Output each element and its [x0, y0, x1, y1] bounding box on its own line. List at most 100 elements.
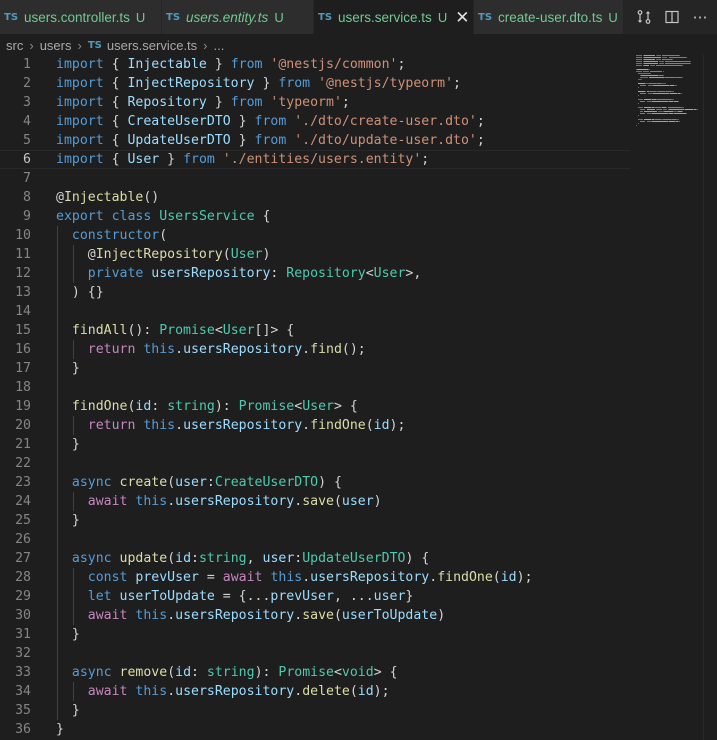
line-number: 21 [15, 437, 31, 452]
tab-users-service-ts[interactable]: TS users.service.ts U ✕ [314, 0, 474, 34]
breadcrumb: src › users › TS users.service.ts › ... [0, 34, 717, 56]
code-text: await this.usersRepository.delete(id); [87, 684, 390, 699]
split-editor-icon[interactable] [661, 6, 683, 28]
code-text: export class UsersService { [56, 209, 271, 224]
code-line[interactable]: 17 } [0, 359, 630, 378]
line-number: 31 [15, 627, 31, 642]
code-text: } [56, 437, 80, 452]
tab-label: create-user.dto.ts [498, 9, 603, 25]
code-line[interactable]: 28 const prevUser = await this.usersRepo… [0, 568, 630, 587]
line-number: 23 [15, 475, 31, 490]
line-number: 24 [15, 494, 31, 509]
breadcrumb-item-more[interactable]: ... [214, 38, 225, 53]
line-number: 12 [15, 266, 31, 281]
line-number: 14 [15, 304, 31, 319]
code-line[interactable]: 27 async update(id:string, user:UpdateUs… [0, 549, 630, 568]
code-line[interactable]: 13 ) {} [0, 283, 630, 302]
code-line[interactable]: 24 await this.usersRepository.save(user) [0, 492, 630, 511]
line-number: 22 [15, 456, 31, 471]
code-line[interactable]: 32 [0, 644, 630, 663]
code-line[interactable]: 6 import { User } from './entities/users.… [0, 150, 630, 169]
code-text: } [56, 627, 80, 642]
line-number: 8 [23, 190, 31, 205]
minimap[interactable] [636, 55, 702, 135]
code-line[interactable]: 21 } [0, 435, 630, 454]
code-line[interactable]: 12 private usersRepository: Repository<U… [0, 264, 630, 283]
git-status-badge: U [274, 9, 284, 25]
code-line[interactable]: 5 import { UpdateUserDTO } from './dto/up… [0, 131, 630, 150]
code-line[interactable]: 26 [0, 530, 630, 549]
code-line[interactable]: 11 @InjectRepository(User) [0, 245, 630, 264]
line-number: 3 [23, 95, 31, 110]
tab-label: users.controller.ts [24, 9, 130, 25]
code-line[interactable]: 1 import { Injectable } from '@nestjs/com… [0, 55, 630, 74]
code-text: import { Injectable } from '@nestjs/comm… [56, 57, 406, 72]
code-line[interactable]: 36} [0, 720, 630, 739]
line-number: 5 [23, 133, 31, 148]
chevron-right-icon: › [77, 37, 82, 53]
code-line[interactable]: 3 import { Repository } from 'typeorm'; [0, 93, 630, 112]
typescript-file-icon: TS [318, 11, 333, 23]
code-text: } [56, 703, 80, 718]
code-line[interactable]: 19 findOne(id: string): Promise<User> { [0, 397, 630, 416]
line-number: 34 [15, 684, 31, 699]
code-text: let userToUpdate = {...prevUser, ...user… [87, 589, 414, 604]
breadcrumb-item-file[interactable]: users.service.ts [107, 38, 197, 53]
code-line[interactable]: 9 export class UsersService { [0, 207, 630, 226]
code-line[interactable]: 33 async remove(id: string): Promise<voi… [0, 663, 630, 682]
code-text: } [56, 361, 80, 376]
code-editor[interactable]: 1 import { Injectable } from '@nestjs/com… [0, 55, 630, 740]
tab-users-controller-ts[interactable]: TS users.controller.ts U [0, 0, 162, 34]
code-line[interactable]: 25 } [0, 511, 630, 530]
code-text: await this.usersRepository.save(userToUp… [87, 608, 446, 623]
code-line[interactable]: 4 import { CreateUserDTO } from './dto/cr… [0, 112, 630, 131]
code-line[interactable]: 29 let userToUpdate = {...prevUser, ...u… [0, 587, 630, 606]
tab-users-entity-ts[interactable]: TS users.entity.ts U [162, 0, 314, 34]
code-line[interactable]: 8 @Injectable() [0, 188, 630, 207]
line-number: 28 [15, 570, 31, 585]
tab-label: users.service.ts [338, 9, 432, 25]
line-number: 18 [15, 380, 31, 395]
code-text: import { User } from './entities/users.e… [56, 152, 430, 167]
code-text: @Injectable() [56, 190, 160, 205]
code-line[interactable]: 15 findAll(): Promise<User[]> { [0, 321, 630, 340]
close-icon[interactable]: ✕ [455, 9, 469, 26]
code-text: } [56, 722, 64, 737]
code-line[interactable]: 2 import { InjectRepository } from '@nest… [0, 74, 630, 93]
more-actions-icon[interactable]: ⋯ [689, 6, 711, 28]
code-text: return this.usersRepository.findOne(id); [87, 418, 406, 433]
line-number: 4 [23, 114, 31, 129]
code-line[interactable]: 30 await this.usersRepository.save(userT… [0, 606, 630, 625]
code-line[interactable]: 31 } [0, 625, 630, 644]
line-number: 19 [15, 399, 31, 414]
code-line[interactable]: 22 [0, 454, 630, 473]
line-number: 32 [15, 646, 31, 661]
code-text: import { CreateUserDTO } from './dto/cre… [56, 114, 485, 129]
code-line[interactable]: 23 async create(user:CreateUserDTO) { [0, 473, 630, 492]
code-line[interactable]: 18 [0, 378, 630, 397]
code-line[interactable]: 7 [0, 169, 630, 188]
code-line[interactable]: 10 constructor( [0, 226, 630, 245]
line-number: 15 [15, 323, 31, 338]
code-line[interactable]: 35 } [0, 701, 630, 720]
typescript-file-icon: TS [4, 11, 19, 23]
git-status-badge: U [608, 9, 618, 25]
editor-scrollbar[interactable] [703, 55, 717, 740]
code-text: async create(user:CreateUserDTO) { [71, 475, 342, 490]
code-line[interactable]: 34 await this.usersRepository.delete(id)… [0, 682, 630, 701]
line-number: 1 [23, 57, 31, 72]
tab-create-user-dto-ts[interactable]: TS create-user.dto.ts U [474, 0, 624, 34]
code-text: await this.usersRepository.save(user) [87, 494, 382, 509]
git-compare-icon[interactable] [633, 6, 655, 28]
code-line[interactable]: 14 [0, 302, 630, 321]
code-line[interactable]: 20 return this.usersRepository.findOne(i… [0, 416, 630, 435]
line-number: 2 [23, 76, 31, 91]
indent-guide [57, 226, 58, 720]
line-number: 9 [23, 209, 31, 224]
line-number: 29 [15, 589, 31, 604]
code-text: constructor( [71, 228, 168, 243]
breadcrumb-item-users[interactable]: users [40, 38, 72, 53]
indent-guide [72, 340, 74, 359]
breadcrumb-item-src[interactable]: src [6, 38, 23, 53]
code-line[interactable]: 16 return this.usersRepository.find(); [0, 340, 630, 359]
